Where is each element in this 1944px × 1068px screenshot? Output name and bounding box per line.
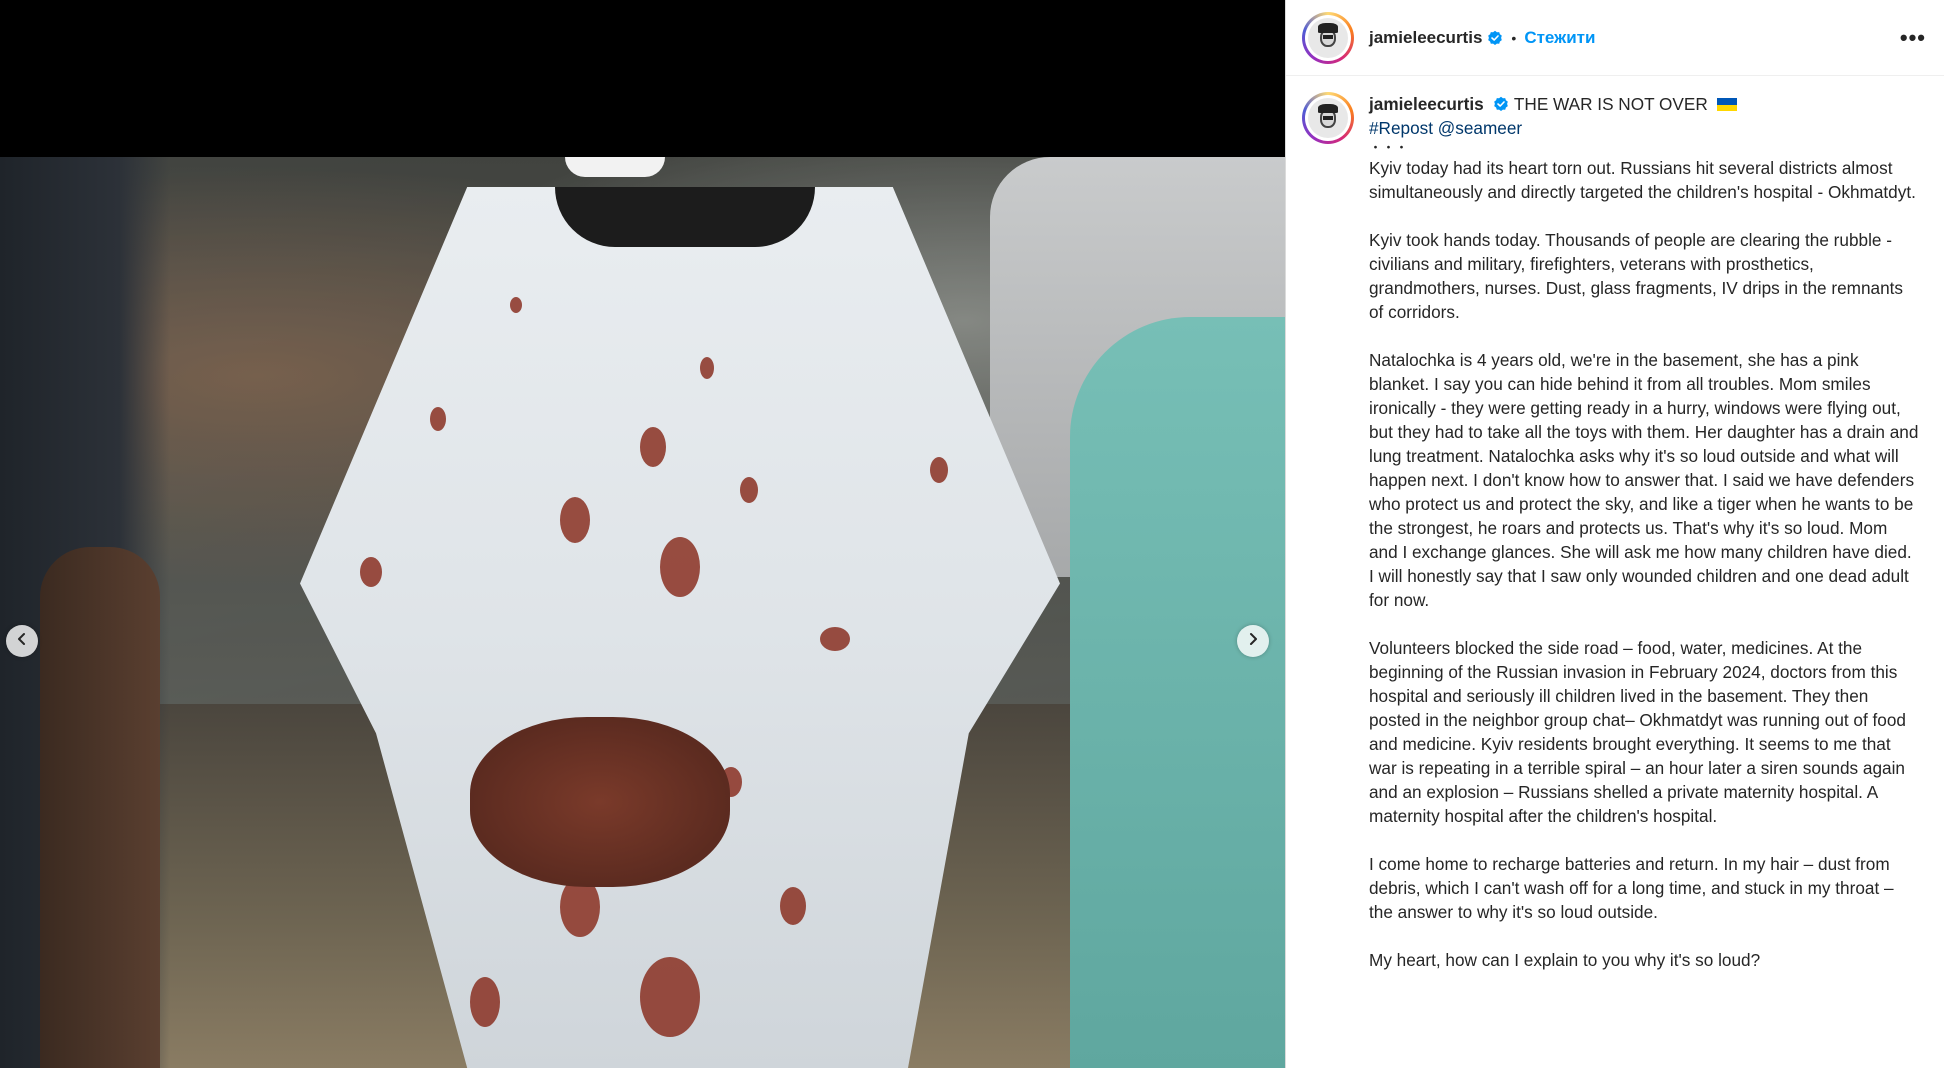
caption-block: jamieleecurtis THE WAR IS NOT OVER #Repo…	[1286, 76, 1944, 972]
caption-text: jamieleecurtis THE WAR IS NOT OVER #Repo…	[1369, 92, 1919, 972]
header-username[interactable]: jamieleecurtis	[1369, 28, 1482, 48]
chevron-left-icon	[15, 632, 29, 651]
more-horizontal-icon[interactable]: •••	[1900, 26, 1926, 49]
caption-title-line: jamieleecurtis THE WAR IS NOT OVER	[1369, 92, 1919, 116]
gloved-hands	[470, 717, 730, 887]
caption-paragraph: Kyiv today had its heart torn out. Russi…	[1369, 158, 1916, 202]
post-header: jamieleecurtis • Стежити •••	[1286, 0, 1944, 76]
ukraine-flag-icon	[1716, 98, 1737, 111]
caption-paragraph: Kyiv took hands today. Thousands of peop…	[1369, 230, 1908, 322]
post-media	[0, 0, 1285, 1068]
post-photo	[0, 157, 1285, 1068]
post-side-panel: jamieleecurtis • Стежити ••• jamieleecur…	[1285, 0, 1944, 1068]
verified-badge-icon	[1487, 30, 1503, 46]
chevron-right-icon	[1246, 632, 1260, 651]
caption-username[interactable]: jamieleecurtis	[1369, 94, 1484, 114]
follow-button[interactable]: Стежити	[1524, 28, 1595, 48]
repost-hashtag[interactable]: #Repost @seameer	[1369, 116, 1919, 140]
caption-title: THE WAR IS NOT OVER	[1513, 94, 1708, 114]
caption-paragraph: Natalochka is 4 years old, we're in the …	[1369, 350, 1924, 610]
caption-dots: ・・・	[1369, 140, 1409, 155]
avatar[interactable]	[1302, 11, 1354, 64]
caption-avatar[interactable]	[1302, 92, 1354, 144]
post-viewer: jamieleecurtis • Стежити ••• jamieleecur…	[0, 0, 1944, 1068]
verified-badge-icon	[1493, 96, 1509, 112]
caption-paragraph: I come home to recharge batteries and re…	[1369, 854, 1899, 922]
caption-paragraph: My heart, how can I explain to you why i…	[1369, 950, 1761, 970]
previous-image-button[interactable]	[6, 625, 38, 657]
caption-paragraph: Volunteers blocked the side road – food,…	[1369, 638, 1911, 826]
separator-dot: •	[1511, 29, 1517, 46]
next-image-button[interactable]	[1237, 625, 1269, 657]
